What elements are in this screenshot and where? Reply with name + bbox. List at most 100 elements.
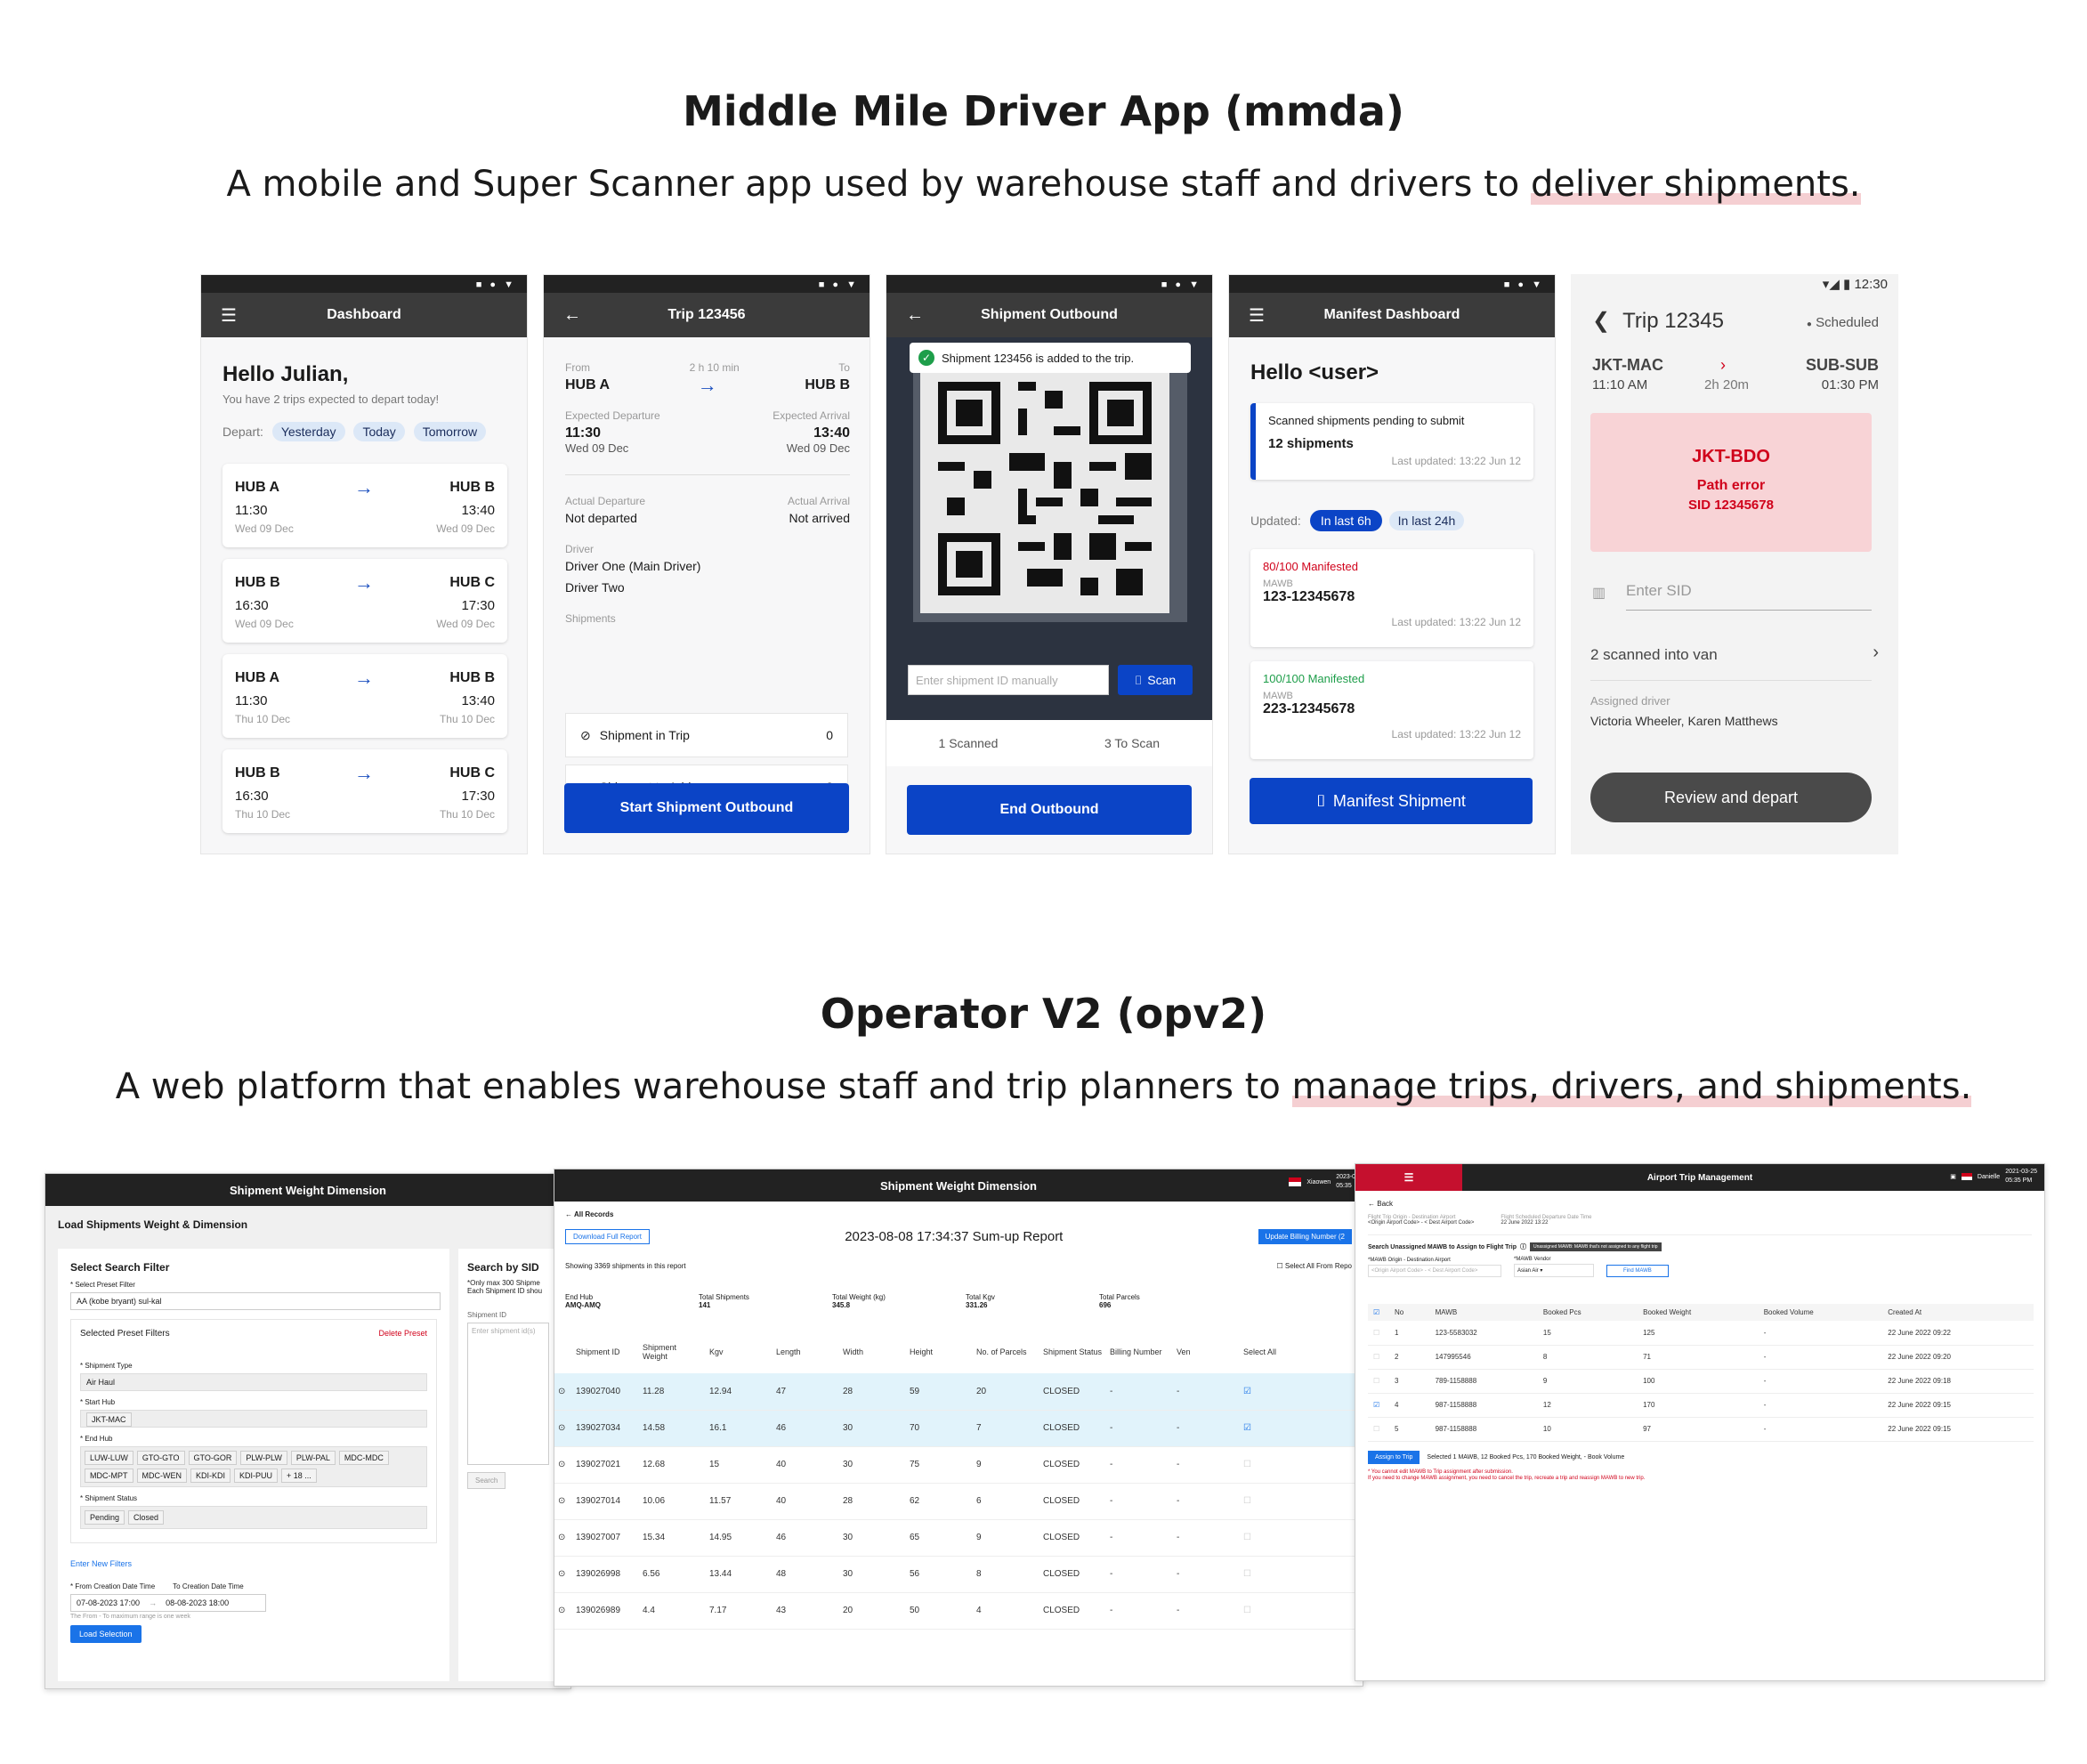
hamburger-menu-icon[interactable]: ☰ [1249, 304, 1265, 327]
mawb-updated: Last updated: 13:22 Jun 12 [1391, 728, 1521, 740]
summary-label: Total Kgv [966, 1293, 995, 1301]
expand-icon[interactable]: ⊙ [554, 1556, 572, 1593]
table-row[interactable]: ☐ 5 987-1158888 10 97-22 June 2022 09:15 [1368, 1417, 2034, 1442]
status-field[interactable]: Pending Closed [80, 1506, 427, 1529]
subtitle-text: A mobile and Super Scanner app used by w… [226, 164, 1531, 205]
chat-icon[interactable]: ▣ [1950, 1173, 1956, 1180]
chip-tomorrow[interactable]: Tomorrow [413, 422, 487, 441]
manifest-shipment-button[interactable]: ⌷ Manifest Shipment [1250, 778, 1533, 824]
table-row[interactable]: ⊙ 139027007 15.34 14.95 46 30 65 9 CLOSED - - ☐ [554, 1519, 1363, 1557]
scan-button[interactable]: ⌷ Scan [1118, 665, 1193, 695]
row-checkbox[interactable]: ☐ [1240, 1592, 1363, 1630]
table-cell: - [1106, 1446, 1173, 1484]
chevron-right-icon[interactable]: › [1873, 643, 1879, 663]
update-billing-button[interactable]: Update Billing Number (2 [1258, 1229, 1352, 1244]
table-row[interactable]: ⊙ 139026989 4.4 7.17 43 20 50 4 CLOSED - - ☐ [554, 1592, 1363, 1630]
chip-today[interactable]: Today [353, 422, 405, 441]
table-row[interactable]: ⊙ 139027040 11.28 12.94 47 28 59 20 CLOSED - - ☑ [554, 1373, 1363, 1411]
ship-type-field[interactable]: Air Haul [80, 1373, 427, 1391]
row-checkbox[interactable]: ☑ [1240, 1373, 1363, 1411]
table-row[interactable]: ☐ 3 789-1158888 9 100-22 June 2022 09:18 [1368, 1369, 2034, 1394]
scanned-into-van[interactable]: 2 scanned into van [1590, 646, 1718, 664]
column-header: Booked Pcs [1537, 1304, 1638, 1321]
chip-last-24h[interactable]: In last 24h [1388, 511, 1465, 530]
mawb-card[interactable]: 80/100 Manifested MAWB 123-12345678 Last… [1250, 549, 1533, 647]
back-arrow-icon[interactable]: ← [906, 305, 924, 326]
row-checkbox[interactable]: ☑ [1368, 1393, 1389, 1418]
table-row[interactable]: ☑ 4 987-1158888 12 170-22 June 2022 09:15 [1368, 1393, 2034, 1418]
row-checkbox[interactable]: ☐ [1240, 1519, 1363, 1557]
date-range-input[interactable]: 07-08-2023 17:00 → 08-08-2023 18:00 [70, 1594, 266, 1612]
column-header-select-all[interactable]: Select All [1240, 1331, 1363, 1373]
row-checkbox[interactable]: ☐ [1240, 1556, 1363, 1593]
chip-last-6h[interactable]: In last 6h [1309, 510, 1382, 531]
shipment-id-input[interactable]: Enter shipment ID manually [908, 665, 1109, 695]
row-checkbox[interactable]: ☐ [1368, 1417, 1389, 1442]
web-header: Shipment Weight Dimension [45, 1174, 570, 1206]
expand-icon[interactable]: ⊙ [554, 1373, 572, 1411]
od-input[interactable]: <Origin Airport Code> - < Dest Airport C… [1368, 1265, 1501, 1277]
expand-icon[interactable]: ⊙ [554, 1410, 572, 1447]
start-hub-field[interactable]: JKT-MAC [80, 1410, 427, 1428]
hamburger-menu-icon[interactable]: ☰ [221, 304, 237, 327]
status-tag: Closed [128, 1510, 165, 1525]
download-report-button[interactable]: Download Full Report [565, 1229, 650, 1244]
trip-card[interactable]: HUB A → HUB B 11:30 13:40 Thu 10 Dec Thu 10 De… [222, 654, 507, 738]
pending-shipments-card[interactable]: Scanned shipments pending to submit 12 s… [1250, 403, 1533, 480]
sid-note: Each Shipment ID shou [467, 1287, 543, 1295]
user-name[interactable]: Danielle [1978, 1174, 2000, 1180]
end-hub-field[interactable]: LUW-LUW GTO-GTO GTO-GOR PLW-PLW PLW-PAL MDC-M… [80, 1446, 427, 1487]
trip-card[interactable]: HUB B → HUB C 16:30 17:30 Wed 09 Dec Wed 09 De… [222, 559, 507, 643]
chip-yesterday[interactable]: Yesterday [271, 422, 345, 441]
user-name[interactable]: Xiaowen [1306, 1179, 1331, 1185]
exp-arr-date: Wed 09 Dec [786, 441, 850, 455]
sid-textarea[interactable]: Enter shipment id(s) [467, 1323, 549, 1465]
vendor-select[interactable]: Asian Air ▾ [1514, 1264, 1594, 1277]
row-checkbox[interactable]: ☐ [1368, 1321, 1389, 1346]
load-selection-button[interactable]: Load Selection [70, 1625, 142, 1643]
header-checkbox[interactable]: ☑ [1368, 1304, 1389, 1321]
menu-icon[interactable]: ☰ [1355, 1164, 1462, 1191]
select-all-report[interactable]: ☐ Select All From Repo [1276, 1262, 1352, 1270]
table-row[interactable]: ⊙ 139026998 6.56 13.44 48 30 56 8 CLOSED - - ☐ [554, 1556, 1363, 1593]
expand-icon[interactable]: ⊙ [554, 1446, 572, 1484]
search-button[interactable]: Search [467, 1472, 506, 1489]
row-checkbox[interactable]: ☑ [1240, 1410, 1363, 1447]
shipment-in-trip-row[interactable]: ⊘ Shipment in Trip 0 [565, 713, 848, 757]
row-checkbox[interactable]: ☐ [1368, 1369, 1389, 1394]
table-row[interactable]: ⊙ 139027021 12.68 15 40 30 75 9 CLOSED - - ☐ [554, 1446, 1363, 1484]
mawb-card[interactable]: 100/100 Manifested MAWB 223-12345678 Las… [1250, 661, 1533, 759]
row-checkbox[interactable]: ☐ [1240, 1483, 1363, 1520]
end-hub-tag: MDC-MPT [85, 1469, 133, 1483]
delete-preset-link[interactable]: Delete Preset [378, 1329, 427, 1339]
table-row[interactable]: ☐ 1 123-5583032 15 125-22 June 2022 09:22 [1368, 1321, 2034, 1346]
back-chevron-icon[interactable]: ❮ [1592, 308, 1610, 334]
expand-icon[interactable]: ⊙ [554, 1483, 572, 1520]
expand-icon[interactable]: ⊙ [554, 1519, 572, 1557]
help-icon[interactable]: ⓘ [1520, 1242, 1526, 1251]
sid-input[interactable]: Enter SID [1626, 582, 1872, 611]
trip-card[interactable]: HUB A → HUB B 11:30 13:40 Wed 09 Dec Wed 09 De… [222, 464, 507, 547]
summary-value: 141 [699, 1301, 711, 1309]
start-outbound-button[interactable]: Start Shipment Outbound [564, 783, 849, 833]
preset-select[interactable]: AA (kobe bryant) sul-kal [70, 1292, 441, 1310]
enter-new-filters-link[interactable]: Enter New Filters [70, 1559, 437, 1568]
row-checkbox[interactable]: ☐ [1368, 1345, 1389, 1370]
warning-text: * You cannot edit MAWB to Trip assignmen… [1368, 1469, 1513, 1475]
back-link[interactable]: ← Back [1368, 1200, 2032, 1208]
manifest-status: 80/100 Manifested [1263, 560, 1358, 573]
find-mawb-button[interactable]: Find MAWB [1606, 1265, 1669, 1277]
table-row[interactable]: ⊙ 139027014 10.06 11.57 40 28 62 6 CLOSED - - ☐ [554, 1483, 1363, 1520]
expand-icon[interactable]: ⊙ [554, 1592, 572, 1630]
trip-card[interactable]: HUB B → HUB C 16:30 17:30 Thu 10 Dec Thu 10 De… [222, 749, 507, 833]
row-checkbox[interactable]: ☐ [1240, 1446, 1363, 1484]
review-depart-button[interactable]: Review and depart [1590, 773, 1872, 822]
back-arrow-icon[interactable]: ← [563, 305, 581, 326]
end-outbound-button[interactable]: End Outbound [907, 785, 1192, 835]
table-row[interactable]: ☐ 2 147995546 8 71-22 June 2022 09:20 [1368, 1345, 2034, 1370]
all-records-link[interactable]: ← All Records [565, 1210, 1352, 1218]
subtitle-highlight: deliver shipments. [1530, 164, 1861, 205]
greeting: Hello <user> [1250, 360, 1379, 384]
table-row[interactable]: ⊙ 139027034 14.58 16.1 46 30 70 7 CLOSED - - ☑ [554, 1410, 1363, 1447]
assign-to-trip-button[interactable]: Assign to Trip [1368, 1450, 1420, 1464]
